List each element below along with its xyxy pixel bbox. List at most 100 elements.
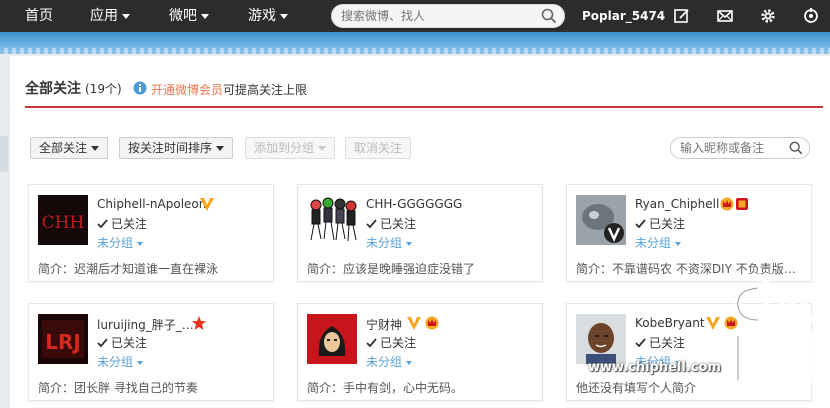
page-title: 全部关注: [25, 81, 81, 97]
nickname-link[interactable]: CHH-GGGGGGG: [366, 197, 462, 211]
follow-status: 已关注: [366, 215, 416, 232]
username-link[interactable]: Poplar_5474: [582, 0, 665, 32]
add-to-group-button[interactable]: 添加到分组: [245, 137, 336, 159]
follow-status-label: 已关注: [111, 217, 148, 231]
avatar[interactable]: LRJ: [38, 314, 88, 364]
follow-count: (19个): [85, 82, 122, 96]
check-icon: [366, 338, 377, 348]
filter-input[interactable]: [680, 140, 785, 156]
unfollow-button[interactable]: 取消关注: [345, 137, 412, 159]
group-label: 未分组: [635, 236, 672, 250]
banner-pattern: [0, 48, 830, 54]
watermark-url: www.chiphell.com: [588, 360, 721, 375]
nickname-link[interactable]: Chiphell-nApoleon: [97, 197, 206, 211]
left-sidebar-edge: [0, 56, 10, 408]
chevron-down-icon: [122, 13, 130, 19]
bio-text: 简介：应该是晚睡强迫症没错了: [307, 262, 476, 276]
title-row: 全部关注 (19个): [25, 78, 122, 102]
chevron-down-icon: [201, 13, 209, 19]
sort-dropdown[interactable]: 按关注时间排序: [119, 137, 234, 159]
skin-icon[interactable]: [802, 7, 820, 25]
follow-card: CHH Chiphell-nApoleon 已关注 未分组 简介：迟潮后才知道谁…: [28, 184, 274, 282]
avatar-logo-text: LRJ: [45, 330, 81, 354]
chevron-down-icon: [406, 241, 413, 246]
nickname-link[interactable]: luruijing_胖子_…: [97, 316, 194, 333]
bio-text: 简介：迟潮后才知道谁一直在裸泳: [38, 262, 219, 276]
follow-status-label: 已关注: [380, 217, 417, 231]
bio-text: 简介：不靠谱码农 不资深DIY 不负责版…: [576, 262, 796, 276]
chevron-down-icon: [406, 360, 413, 365]
chevron-down-icon: [318, 146, 327, 151]
mail-icon[interactable]: [716, 7, 734, 25]
group-dropdown[interactable]: 未分组: [366, 353, 413, 370]
follow-status: 已关注: [97, 334, 147, 351]
add-group-label: 添加到分组: [254, 141, 315, 155]
avatar[interactable]: [307, 314, 357, 364]
follow-status: 已关注: [635, 215, 685, 232]
follow-status: 已关注: [366, 334, 416, 351]
check-icon: [635, 338, 646, 348]
search-icon[interactable]: [541, 8, 557, 24]
follow-status: 已关注: [97, 215, 147, 232]
nav-games-label: 游戏: [248, 8, 276, 24]
check-icon: [635, 219, 646, 229]
sort-label: 按关注时间排序: [128, 141, 213, 155]
vip-crown-badges[interactable]: [720, 196, 750, 212]
group-label: 未分组: [97, 355, 134, 369]
info-icon: [133, 81, 147, 95]
chevron-down-icon: [675, 241, 682, 246]
nav-apps-label: 应用: [90, 8, 118, 24]
top-nav-bar: 首页 应用 微吧 游戏 Poplar_5474: [0, 0, 830, 32]
gear-icon[interactable]: [759, 7, 777, 25]
sidebar-tab[interactable]: [0, 136, 8, 172]
group-dropdown[interactable]: 未分组: [97, 234, 144, 251]
follow-status-label: 已关注: [649, 217, 686, 231]
follow-card: CHH-GGGGGGG 已关注 未分组 简介：应该是晚睡强迫症没错了: [297, 184, 543, 282]
edit-icon[interactable]: [673, 7, 691, 25]
chevron-down-icon: [280, 13, 288, 19]
follow-card: LRJ luruijing_胖子_… 已关注 未分组 简介：团长胖 寻找自己的节…: [28, 303, 274, 401]
chiphell-watermark-logo: [734, 276, 826, 384]
avatar-logo-text: CHH: [42, 213, 85, 233]
nickname-link[interactable]: Ryan_Chiphell: [635, 197, 719, 211]
search-input[interactable]: [341, 7, 531, 25]
star-badge-icon[interactable]: [191, 315, 207, 331]
group-label: 未分组: [366, 355, 403, 369]
follow-status-label: 已关注: [380, 336, 417, 350]
group-dropdown[interactable]: 未分组: [635, 234, 682, 251]
follow-card: Ryan_Chiphell 已关注 未分组 简介：不靠谱码农 不资深DIY 不负…: [566, 184, 812, 282]
search-box: [331, 4, 565, 28]
avatar[interactable]: [576, 314, 626, 364]
avatar[interactable]: CHH: [38, 195, 88, 245]
group-label: 未分组: [366, 236, 403, 250]
nickname-link[interactable]: 宁财神: [366, 316, 402, 333]
bio-text: 简介：手中有剑，心中无码。: [307, 381, 464, 395]
bio-text: 简介：团长胖 寻找自己的节奏: [38, 381, 198, 395]
nav-weiba-label: 微吧: [169, 8, 197, 24]
group-dropdown[interactable]: 未分组: [97, 353, 144, 370]
filter-box: [670, 137, 810, 159]
search-icon[interactable]: [789, 141, 803, 155]
check-icon: [97, 219, 108, 229]
vip-tip-text: 可提高关注上限: [223, 83, 308, 97]
follow-status-label: 已关注: [649, 336, 686, 350]
verified-badge-icon[interactable]: [199, 196, 215, 212]
all-follow-label: 全部关注: [39, 141, 88, 155]
nav-games[interactable]: 游戏: [248, 0, 288, 32]
nav-apps[interactable]: 应用: [90, 0, 130, 32]
follow-status-label: 已关注: [111, 336, 148, 350]
avatar[interactable]: [307, 195, 357, 245]
vip-upgrade-link[interactable]: 开通微博会员: [151, 81, 223, 98]
all-follow-dropdown[interactable]: 全部关注: [30, 137, 109, 159]
follow-card: 宁财神 已关注 未分组 简介：手中有剑，心中无码。: [297, 303, 543, 401]
nav-weiba[interactable]: 微吧: [169, 0, 209, 32]
group-dropdown[interactable]: 未分组: [366, 234, 413, 251]
check-icon: [366, 219, 377, 229]
avatar[interactable]: [576, 195, 626, 245]
nav-home[interactable]: 首页: [25, 0, 53, 32]
verified-vip-badges[interactable]: [406, 315, 440, 331]
nickname-link[interactable]: KobeBryant: [635, 316, 705, 330]
follow-list-panel: 全部关注 (19个) 开通微博会员 可提高关注上限 全部关注 按关注时间排序 添加…: [10, 56, 830, 408]
chevron-down-icon: [137, 241, 144, 246]
group-label: 未分组: [97, 236, 134, 250]
